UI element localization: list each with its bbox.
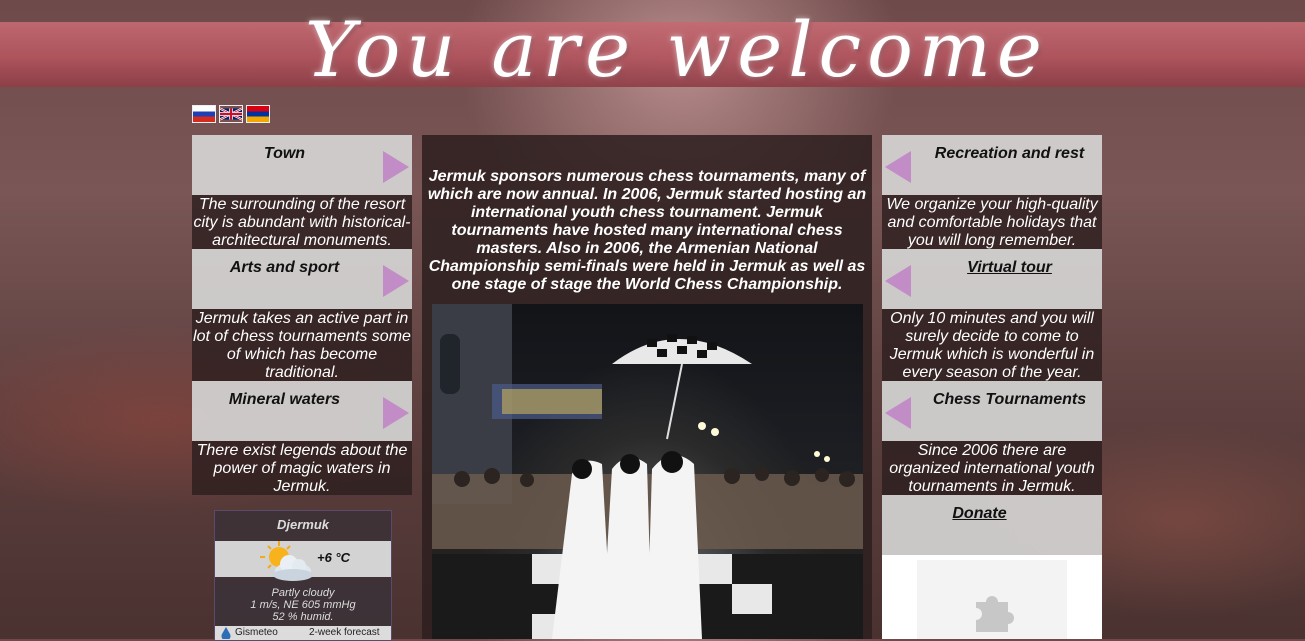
flag-armenia-icon[interactable] — [246, 105, 270, 123]
donate-header: Donate — [882, 495, 1102, 555]
partly-cloudy-icon — [260, 541, 313, 581]
recreation-title: Recreation and rest — [934, 145, 1085, 162]
arts-sport-description: Jermuk takes an active part in lot of ch… — [192, 309, 412, 381]
weather-humidity: 52 % humid. — [272, 611, 334, 623]
arrow-right-icon[interactable] — [383, 151, 409, 183]
left-column: Town The surrounding of the resort city … — [192, 135, 412, 495]
weather-forecast-link[interactable]: 2-week forecast — [309, 627, 380, 638]
arts-sport-title: Arts and sport — [229, 259, 340, 276]
donate-link[interactable]: Donate — [882, 505, 1077, 523]
arrow-right-icon[interactable] — [383, 265, 409, 297]
arrow-left-icon[interactable] — [885, 397, 911, 429]
mineral-waters-header[interactable]: Mineral waters — [192, 381, 412, 441]
recreation-description: We organize your high-quality and comfor… — [882, 195, 1102, 249]
weather-temperature: +6 °C — [317, 550, 351, 565]
arrow-left-icon[interactable] — [885, 265, 911, 297]
puzzle-piece-icon — [976, 596, 1014, 632]
arts-sport-header[interactable]: Arts and sport — [192, 249, 412, 309]
page-title: You are welcome — [305, 5, 1048, 94]
town-header[interactable]: Town — [192, 135, 412, 195]
flag-russia-icon[interactable] — [192, 105, 216, 123]
donate-panel — [882, 555, 1102, 639]
weather-footer: Gismeteo 2-week forecast — [215, 626, 391, 640]
chess-tournaments-title: Chess Tournaments — [932, 391, 1087, 408]
flag-uk-icon[interactable] — [219, 105, 243, 123]
main-content: Jermuk sponsors numerous chess tournamen… — [422, 135, 872, 639]
language-switcher — [192, 105, 270, 123]
virtual-tour-header[interactable]: Virtual tour — [882, 249, 1102, 309]
arrow-right-icon[interactable] — [383, 397, 409, 429]
weather-city[interactable]: Djermuk — [215, 511, 391, 541]
weather-current: +6 °C — [215, 541, 391, 581]
mineral-waters-title: Mineral waters — [228, 391, 341, 408]
virtual-tour-description: Only 10 minutes and you will surely deci… — [882, 309, 1102, 381]
town-description: The surrounding of the resort city is ab… — [192, 195, 412, 249]
main-paragraph: Jermuk sponsors numerous chess tournamen… — [427, 168, 867, 293]
virtual-tour-link[interactable]: Virtual tour — [917, 259, 1102, 277]
plugin-placeholder — [917, 560, 1067, 639]
town-title: Town — [263, 145, 306, 162]
right-column: Recreation and rest We organize your hig… — [882, 135, 1102, 555]
weather-provider-link[interactable]: Gismeteo — [235, 627, 278, 638]
recreation-header[interactable]: Recreation and rest — [882, 135, 1102, 195]
weather-wind-pressure: 1 m/s, NE 605 mmHg — [250, 599, 356, 611]
chess-performance-photo — [432, 304, 863, 639]
chess-tournaments-header[interactable]: Chess Tournaments — [882, 381, 1102, 441]
mineral-waters-description: There exist legends about the power of m… — [192, 441, 412, 495]
weather-condition: Partly cloudy — [271, 587, 335, 599]
chess-tournaments-description: Since 2006 there are organized internati… — [882, 441, 1102, 495]
weather-details: Partly cloudy 1 m/s, NE 605 mmHg 52 % hu… — [215, 577, 391, 623]
arrow-left-icon[interactable] — [885, 151, 911, 183]
weather-widget[interactable]: Djermuk +6 °C Partly cloudy 1 m/s, NE 60… — [214, 510, 392, 641]
